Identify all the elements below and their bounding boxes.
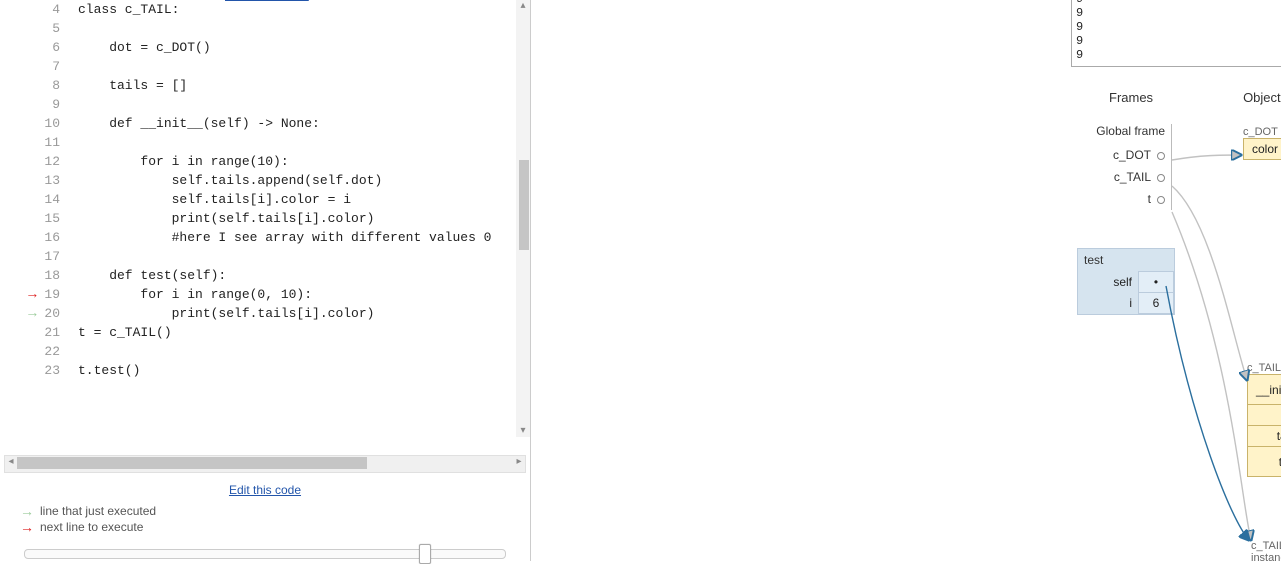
test-frame-i-val: 6 <box>1139 293 1174 314</box>
ctail-attr: test <box>1248 447 1281 477</box>
line-number: 8 <box>0 76 74 95</box>
legend: → line that just executed → next line to e… <box>0 503 530 545</box>
known-limitations-link[interactable]: known limitations <box>225 0 309 2</box>
code-horizontal-scrollbar[interactable]: ◂ ▸ <box>4 455 526 473</box>
test-frame-self: self <box>1078 272 1139 293</box>
line-number: 9 <box>0 95 74 114</box>
program-output: 9 9 9 9 9 <box>1071 0 1281 67</box>
objects-heading: Objects <box>1243 90 1281 105</box>
red-arrow-icon: → <box>20 520 34 534</box>
code-line: for i in range(0, 10): <box>74 285 495 304</box>
code-line <box>74 133 495 152</box>
slider-thumb[interactable] <box>419 544 431 564</box>
test-frame-i-name: i <box>1078 293 1139 314</box>
line-number: 15 <box>0 209 74 228</box>
scroll-down-icon[interactable]: ▾ <box>517 425 529 437</box>
code-vertical-scrollbar[interactable]: ▴ ▾ <box>516 0 530 437</box>
green-arrow-icon: → <box>20 504 34 518</box>
code-line: self.tails.append(self.dot) <box>74 171 495 190</box>
line-number: 17 <box>0 247 74 266</box>
code-line: def test(self): <box>74 266 495 285</box>
code-line <box>74 247 495 266</box>
code-line: t.test() <box>74 361 495 380</box>
code-line: for i in range(10): <box>74 152 495 171</box>
cdot-class-label: c_DOT class <box>1243 126 1281 138</box>
line-number: 6 <box>0 38 74 57</box>
code-line: #here I see array with different values … <box>74 228 495 247</box>
legend-next-line: next line to execute <box>40 520 143 534</box>
line-number: 14 <box>0 190 74 209</box>
line-number: 5 <box>0 19 74 38</box>
pointer-dot-icon <box>1157 174 1165 182</box>
code-editor: 4class c_TAIL:56 dot = c_DOT()78 tails =… <box>0 0 530 455</box>
line-number: 18 <box>0 266 74 285</box>
code-line <box>74 57 495 76</box>
line-number: 12 <box>0 152 74 171</box>
code-line: def __init__(self) -> None: <box>74 114 495 133</box>
cdot-class-attr: color <box>1244 139 1281 160</box>
line-number: 11 <box>0 133 74 152</box>
global-var: c_DOT <box>1113 148 1151 162</box>
line-number: 4 <box>0 0 74 19</box>
vertical-scroll-thumb[interactable] <box>519 160 529 250</box>
code-line: class c_TAIL: <box>74 0 495 19</box>
line-number: → 20 <box>0 304 74 323</box>
global-frame: Global frame c_DOT c_TAILt <box>1077 124 1172 210</box>
code-line: self.tails[i].color = i <box>74 190 495 209</box>
cdot-class-object: c_DOT class color 0 <box>1243 126 1281 160</box>
line-number: 7 <box>0 57 74 76</box>
ctail-class-object: c_TAIL class __init__function__init__(se… <box>1247 362 1281 477</box>
code-line: t = c_TAIL() <box>74 323 495 342</box>
line-number: → 19 <box>0 285 74 304</box>
test-frame: test self• i6 <box>1077 248 1175 315</box>
line-number: 23 <box>0 361 74 380</box>
code-line <box>74 342 495 361</box>
ctail-class-label: c_TAIL class <box>1247 362 1281 374</box>
global-frame-title: Global frame <box>1077 124 1165 144</box>
code-line: tails = [] <box>74 76 495 95</box>
edit-code-link[interactable]: Edit this code <box>229 483 301 497</box>
test-frame-self-ptr: • <box>1139 272 1174 293</box>
scroll-left-icon[interactable]: ◂ <box>5 456 17 470</box>
step-slider[interactable] <box>24 549 506 559</box>
code-line <box>74 95 495 114</box>
code-line <box>74 19 495 38</box>
line-number: 21 <box>0 323 74 342</box>
ctail-attr: tails <box>1248 426 1281 447</box>
code-line: dot = c_DOT() <box>74 38 495 57</box>
code-line: print(self.tails[i].color) <box>74 209 495 228</box>
test-frame-title: test <box>1078 249 1174 271</box>
ctail-attr: __init__ <box>1248 375 1281 405</box>
scroll-up-icon[interactable]: ▴ <box>517 0 529 12</box>
global-var: c_TAIL <box>1114 170 1151 184</box>
code-line: print(self.tails[i].color) <box>74 304 495 323</box>
ctail-instance-label: c_TAIL instance <box>1251 540 1281 564</box>
ctail-attr: dot <box>1248 405 1281 426</box>
frames-heading: Frames <box>1109 90 1153 105</box>
line-number: 13 <box>0 171 74 190</box>
line-number: 16 <box>0 228 74 247</box>
legend-just-executed: line that just executed <box>40 504 156 518</box>
line-number: 22 <box>0 342 74 361</box>
pointer-dot-icon <box>1157 196 1165 204</box>
pointer-dot-icon <box>1157 152 1165 160</box>
global-var: t <box>1148 192 1151 206</box>
horizontal-scroll-thumb[interactable] <box>17 457 367 469</box>
line-number: 10 <box>0 114 74 133</box>
scroll-right-icon[interactable]: ▸ <box>513 456 525 470</box>
